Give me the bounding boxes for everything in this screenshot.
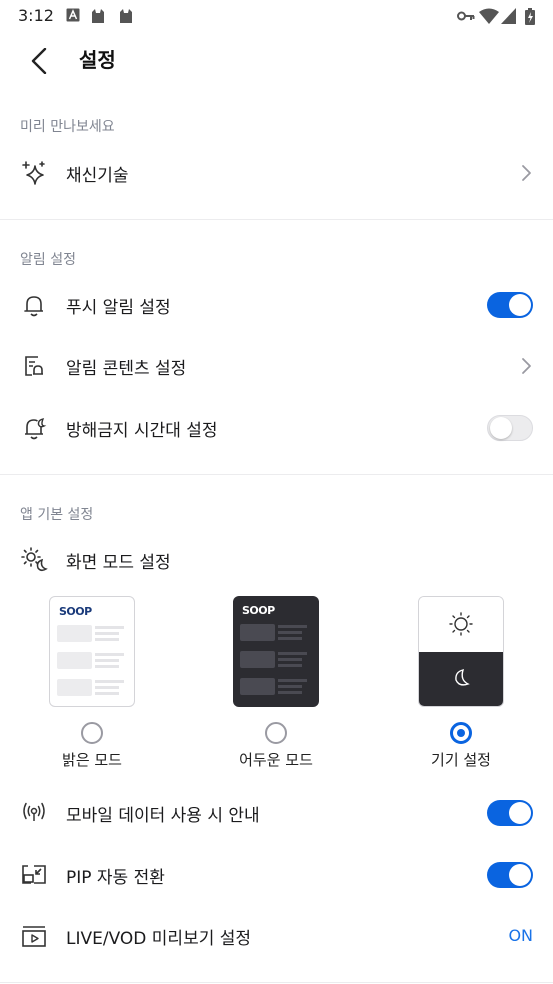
- row-mobile-data-notice[interactable]: 모바일 데이터 사용 시 안내: [0, 787, 553, 839]
- dark-mode-label: 어두운 모드: [239, 751, 313, 769]
- dark-mode-preview-card[interactable]: SOOP: [233, 596, 319, 707]
- row-label: 알림 콘텐츠 설정: [66, 359, 187, 379]
- app-bar: 설정: [0, 32, 553, 88]
- row-do-not-disturb[interactable]: 방해금지 시간대 설정: [0, 402, 553, 454]
- dnd-toggle[interactable]: [487, 415, 533, 441]
- divider: [0, 219, 553, 220]
- pip-icon: [20, 861, 48, 889]
- row-new-tech[interactable]: 채신기술: [0, 147, 553, 199]
- divider: [0, 474, 553, 475]
- row-label: 푸시 알림 설정: [66, 298, 171, 318]
- wifi-icon: [479, 8, 499, 24]
- push-toggle[interactable]: [487, 292, 533, 318]
- section-label-notifications: 알림 설정: [20, 252, 76, 268]
- light-mode-preview-card[interactable]: SOOP: [49, 596, 135, 707]
- notification-content-icon: [20, 352, 48, 380]
- row-label: 화면 모드 설정: [66, 553, 171, 573]
- row-label: 방해금지 시간대 설정: [66, 421, 218, 441]
- cat-app-icon: [120, 9, 132, 23]
- battery-icon: [525, 8, 535, 25]
- video-preview-icon: [20, 922, 48, 950]
- row-label: 채신기술: [66, 166, 129, 186]
- section-label-preview: 미리 만나보세요: [20, 119, 115, 135]
- system-mode-illustration: [419, 597, 503, 706]
- dark-mode-layout-illustration: [240, 624, 307, 695]
- row-screen-mode: 화면 모드 설정: [0, 534, 553, 586]
- chevron-right-icon: [522, 165, 531, 181]
- notification-a-icon: [66, 8, 80, 22]
- pip-toggle[interactable]: [487, 862, 533, 888]
- chevron-right-icon: [522, 358, 531, 374]
- dark-mode-radio[interactable]: [265, 722, 287, 744]
- broadcast-icon: [20, 799, 48, 827]
- toggle-knob: [509, 294, 531, 316]
- mobile-data-toggle[interactable]: [487, 800, 533, 826]
- row-label: LIVE/VOD 미리보기 설정: [66, 929, 252, 949]
- toggle-knob: [509, 802, 531, 824]
- system-mode-label: 기기 설정: [431, 751, 491, 769]
- status-time: 3:12: [18, 6, 54, 25]
- page-title: 설정: [79, 48, 116, 72]
- row-push-notifications[interactable]: 푸시 알림 설정: [0, 279, 553, 331]
- screen-mode-icon: [20, 546, 48, 574]
- sparkle-icon: [20, 159, 48, 187]
- toggle-knob: [490, 417, 512, 439]
- row-notification-content[interactable]: 알림 콘텐츠 설정: [0, 340, 553, 392]
- status-bar: 3:12: [0, 0, 553, 32]
- divider: [0, 982, 553, 983]
- dnd-bell-icon: [20, 414, 48, 442]
- light-mode-radio[interactable]: [81, 722, 103, 744]
- system-mode-preview-card[interactable]: [418, 596, 504, 707]
- bell-icon: [20, 291, 48, 319]
- back-arrow-icon: [31, 48, 47, 74]
- key-icon: [457, 11, 475, 21]
- back-button[interactable]: [22, 44, 56, 78]
- row-pip-auto-switch[interactable]: PIP 자동 전환: [0, 849, 553, 901]
- cat-app-icon: [92, 9, 104, 23]
- row-label: 모바일 데이터 사용 시 안내: [66, 806, 260, 826]
- system-mode-radio[interactable]: [450, 722, 472, 744]
- signal-icon: [501, 8, 516, 24]
- light-mode-label: 밝은 모드: [62, 751, 122, 769]
- light-mode-layout-illustration: [57, 625, 124, 696]
- toggle-knob: [509, 864, 531, 886]
- section-label-app: 앱 기본 설정: [20, 507, 94, 523]
- row-label: PIP 자동 전환: [66, 868, 165, 888]
- row-live-vod-preview[interactable]: LIVE/VOD 미리보기 설정 ON: [0, 910, 553, 962]
- preview-setting-value: ON: [508, 926, 533, 945]
